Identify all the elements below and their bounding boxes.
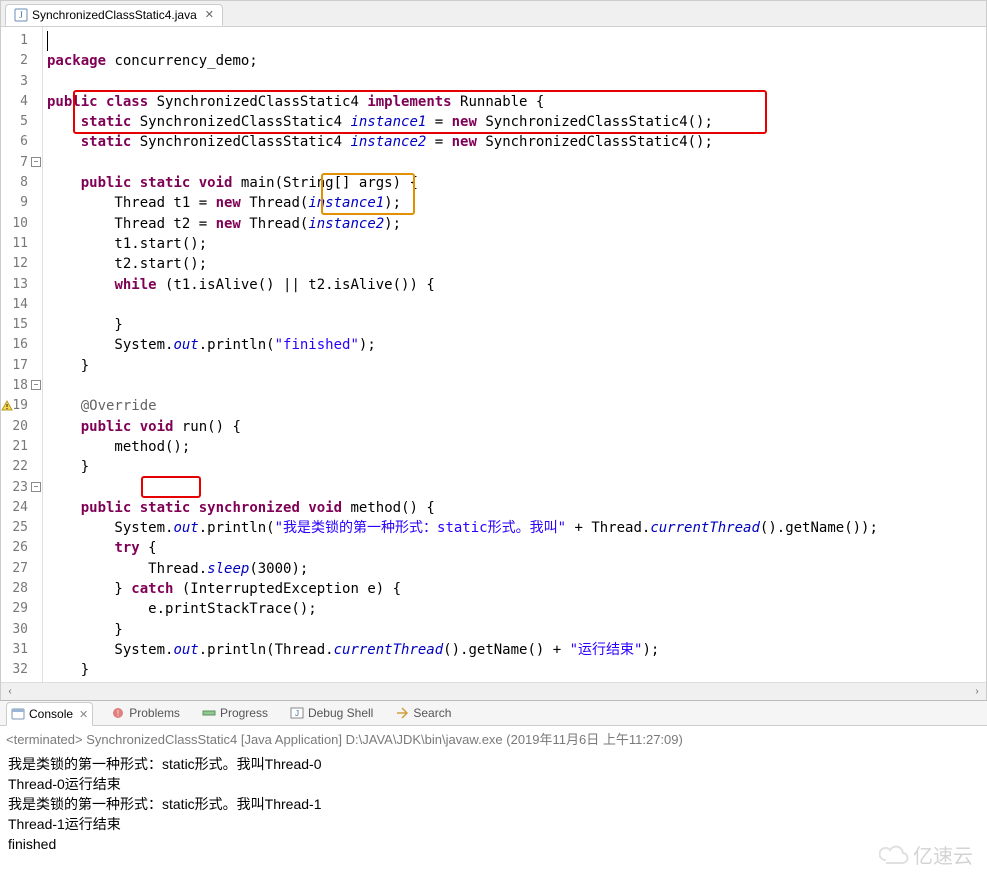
console-icon [11, 707, 25, 721]
horizontal-scrollbar[interactable]: ‹ › [1, 682, 986, 700]
progress-icon [202, 706, 216, 720]
line-number: 15 [1, 315, 42, 335]
view-tab-label: Progress [220, 706, 268, 720]
console-line: finished [8, 834, 979, 854]
line-number: 22 [1, 457, 42, 477]
line-number: 1 [1, 31, 42, 51]
view-tab-label: Debug Shell [308, 706, 373, 720]
editor-tab-label: SynchronizedClassStatic4.java [32, 8, 197, 22]
scroll-right-icon[interactable]: › [968, 686, 986, 697]
line-number: 9 [1, 193, 42, 213]
view-tab-progress[interactable]: Progress [198, 702, 272, 724]
line-number: 13 [1, 275, 42, 295]
fold-icon[interactable]: − [31, 157, 41, 167]
line-number: 16 [1, 335, 42, 355]
console-line: Thread-0运行结束 [8, 774, 979, 794]
line-number: 6 [1, 132, 42, 152]
line-number: 26 [1, 538, 42, 558]
views-tab-bar: Console ✕ ! Problems Progress J Debug Sh… [0, 700, 987, 726]
editor-area: J SynchronizedClassStatic4.java ✕ 123456… [0, 0, 987, 700]
java-file-icon: J [14, 8, 28, 22]
editor-tab-bar: J SynchronizedClassStatic4.java ✕ [1, 1, 986, 27]
line-number: 8 [1, 173, 42, 193]
line-number: 18− [1, 376, 42, 396]
view-tab-label: Search [413, 706, 451, 720]
svg-text:!: ! [117, 709, 119, 718]
view-tab-search[interactable]: Search [391, 702, 455, 724]
line-number: 3 [1, 72, 42, 92]
console-line: Thread-1运行结束 [8, 814, 979, 834]
line-number: 32 [1, 660, 42, 680]
line-number-gutter: 1234567−89101112131415161718−1920212223−… [1, 27, 43, 682]
text-cursor [47, 31, 48, 51]
svg-text:J: J [19, 10, 23, 20]
line-number: 10 [1, 214, 42, 234]
code-area[interactable]: package concurrency_demo; public class S… [43, 27, 986, 682]
callout-static-keyword [141, 476, 201, 498]
line-number: 27 [1, 559, 42, 579]
line-number: 14 [1, 295, 42, 315]
view-tab-debugshell[interactable]: J Debug Shell [286, 702, 377, 724]
view-tab-label: Problems [129, 706, 180, 720]
console-line: 我是类锁的第一种形式：static形式。我叫Thread-1 [8, 794, 979, 814]
line-number: 20 [1, 417, 42, 437]
debug-shell-icon: J [290, 706, 304, 720]
line-number: 25 [1, 518, 42, 538]
line-number: 17 [1, 356, 42, 376]
close-icon[interactable]: ✕ [79, 708, 88, 721]
warning-icon [1, 399, 13, 411]
line-number: 28 [1, 579, 42, 599]
view-tab-problems[interactable]: ! Problems [107, 702, 184, 724]
line-number: 29 [1, 599, 42, 619]
console-process-header: <terminated> SynchronizedClassStatic4 [J… [0, 726, 987, 750]
line-number: 19 [1, 396, 42, 416]
line-number: 7− [1, 153, 42, 173]
search-icon [395, 706, 409, 720]
editor-tab-active[interactable]: J SynchronizedClassStatic4.java ✕ [5, 4, 223, 26]
console-line: 我是类锁的第一种形式：static形式。我叫Thread-0 [8, 754, 979, 774]
fold-icon[interactable]: − [31, 380, 41, 390]
problems-icon: ! [111, 706, 125, 720]
line-number: 21 [1, 437, 42, 457]
line-number: 11 [1, 234, 42, 254]
view-tab-console[interactable]: Console ✕ [6, 702, 93, 726]
line-number: 31 [1, 640, 42, 660]
line-number: 2 [1, 51, 42, 71]
console-output[interactable]: 我是类锁的第一种形式：static形式。我叫Thread-0 Thread-0运… [0, 750, 987, 858]
svg-text:J: J [295, 709, 299, 718]
view-tab-label: Console [29, 707, 73, 721]
line-number: 30 [1, 620, 42, 640]
line-number: 23− [1, 478, 42, 498]
code-wrapper: 1234567−89101112131415161718−1920212223−… [1, 27, 986, 682]
line-number: 5 [1, 112, 42, 132]
line-number: 24 [1, 498, 42, 518]
line-number: 4 [1, 92, 42, 112]
fold-icon[interactable]: − [31, 482, 41, 492]
scroll-left-icon[interactable]: ‹ [1, 686, 19, 697]
close-icon[interactable]: ✕ [205, 8, 214, 21]
line-number: 12 [1, 254, 42, 274]
